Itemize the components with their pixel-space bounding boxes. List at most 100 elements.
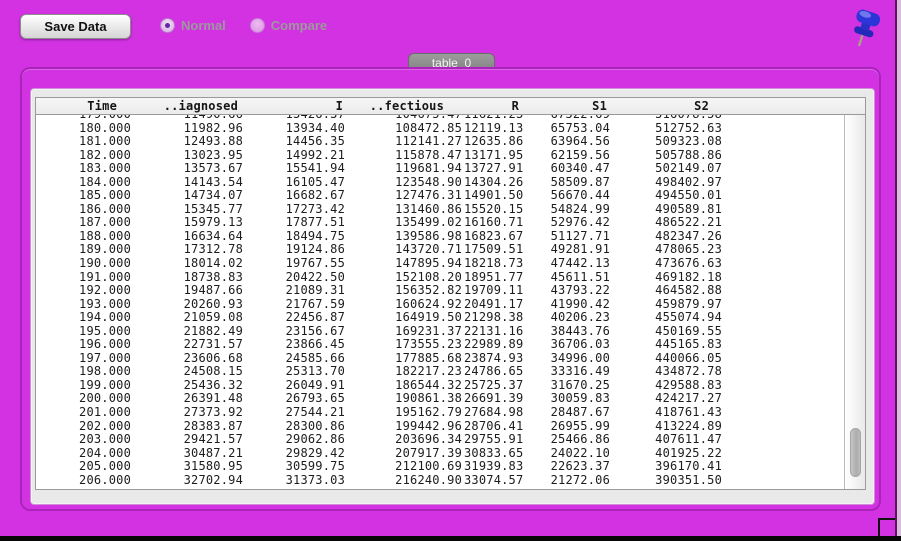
table-row[interactable]: 185.000 14734.07 16682.67 127476.31 14901.50… bbox=[36, 189, 865, 203]
value-cell: 173555.23 bbox=[395, 338, 462, 352]
table-row[interactable]: 182.000 13023.95 14992.21 115878.47 13171.95… bbox=[36, 149, 865, 163]
table-row[interactable]: 200.000 26391.48 26793.65 190861.38 26691.39… bbox=[36, 392, 865, 406]
value-cell: 413224.89 bbox=[655, 419, 722, 433]
column-header[interactable]: Time bbox=[36, 99, 133, 113]
value-cell: 15345.77 bbox=[183, 202, 243, 216]
table-row[interactable]: 188.000 16634.64 18494.75 139586.98 16823.67… bbox=[36, 230, 865, 244]
value-cell: 31670.25 bbox=[550, 378, 610, 392]
time-cell: 190.000 bbox=[79, 257, 131, 271]
table-row[interactable]: 197.000 23606.68 24585.66 177885.68 23874.93… bbox=[36, 352, 865, 366]
time-cell: 185.000 bbox=[79, 189, 131, 203]
table-row[interactable]: 181.000 12493.88 14456.35 112141.27 12635.86… bbox=[36, 135, 865, 149]
time-cell: 187.000 bbox=[79, 216, 131, 230]
value-cell: 45611.51 bbox=[550, 270, 610, 284]
value-cell: 24508.15 bbox=[183, 365, 243, 379]
column-header[interactable]: S2 bbox=[612, 99, 724, 113]
radio-normal-circle[interactable] bbox=[160, 18, 175, 33]
value-cell: 26049.91 bbox=[285, 378, 345, 392]
table-row[interactable]: 195.000 21882.49 23156.67 169231.37 22131.16… bbox=[36, 325, 865, 339]
value-cell: 434872.78 bbox=[655, 365, 722, 379]
value-cell: 445165.83 bbox=[655, 338, 722, 352]
table-row[interactable]: 203.000 29421.57 29062.86 203696.34 29755.91… bbox=[36, 433, 865, 447]
value-cell: 17877.51 bbox=[285, 216, 345, 230]
table-row[interactable]: 190.000 18014.02 19767.55 147895.94 18218.73… bbox=[36, 257, 865, 271]
value-cell: 23866.45 bbox=[285, 338, 345, 352]
vertical-scrollbar-thumb[interactable] bbox=[850, 428, 861, 477]
value-cell: 29829.42 bbox=[285, 446, 345, 460]
table-row[interactable]: 191.000 18738.83 20422.50 152108.20 18951.77… bbox=[36, 271, 865, 285]
table-row[interactable]: 189.000 17312.78 19124.86 143720.71 17509.51… bbox=[36, 243, 865, 257]
value-cell: 29755.91 bbox=[464, 433, 524, 447]
value-cell: 11621.23 bbox=[464, 114, 524, 121]
value-cell: 18738.83 bbox=[183, 270, 243, 284]
value-cell: 41990.42 bbox=[550, 297, 610, 311]
value-cell: 19124.86 bbox=[285, 243, 345, 257]
value-cell: 216240.90 bbox=[395, 473, 462, 487]
table-row[interactable]: 184.000 14143.54 16105.47 123548.90 14304.26… bbox=[36, 176, 865, 190]
table-row[interactable]: 198.000 24508.15 25313.70 182217.23 24786.65… bbox=[36, 365, 865, 379]
value-cell: 14901.50 bbox=[464, 189, 524, 203]
time-cell: 204.000 bbox=[79, 446, 131, 460]
value-cell: 14734.07 bbox=[183, 189, 243, 203]
column-header[interactable]: ..fectious bbox=[347, 99, 464, 113]
value-cell: 473676.63 bbox=[655, 257, 722, 271]
time-cell: 195.000 bbox=[79, 324, 131, 338]
table-row[interactable]: 192.000 19487.66 21089.31 156352.82 19709.11… bbox=[36, 284, 865, 298]
column-header[interactable]: S1 bbox=[525, 99, 612, 113]
radio-compare-circle[interactable] bbox=[249, 18, 265, 33]
column-header[interactable]: R bbox=[464, 99, 525, 113]
table-row[interactable]: 179.000 11490.66 13426.37 104675.47 11621.23… bbox=[36, 114, 865, 122]
value-cell: 16105.47 bbox=[285, 175, 345, 189]
table-row[interactable]: 202.000 28383.87 28300.86 199442.96 28706.41… bbox=[36, 420, 865, 434]
table-row[interactable]: 194.000 21059.08 22456.87 164919.50 21298.38… bbox=[36, 311, 865, 325]
table-row[interactable]: 206.000 32702.94 31373.03 216240.90 33074.57… bbox=[36, 474, 865, 488]
value-cell: 13023.95 bbox=[183, 148, 243, 162]
time-cell: 182.000 bbox=[79, 148, 131, 162]
value-cell: 207917.39 bbox=[395, 446, 462, 460]
table-row[interactable]: 199.000 25436.32 26049.91 186544.32 25725.37… bbox=[36, 379, 865, 393]
radio-compare[interactable]: Compare bbox=[249, 18, 327, 33]
value-cell: 32702.94 bbox=[183, 473, 243, 487]
value-cell: 20422.50 bbox=[285, 270, 345, 284]
vertical-scrollbar-track[interactable] bbox=[844, 115, 865, 489]
table-row[interactable]: 205.000 31580.95 30599.75 212100.69 31939.83… bbox=[36, 460, 865, 474]
value-cell: 396170.41 bbox=[655, 460, 722, 474]
value-cell: 429588.83 bbox=[655, 378, 722, 392]
table-row[interactable]: 187.000 15979.13 17877.51 135499.02 16160.71… bbox=[36, 216, 865, 230]
value-cell: 169231.37 bbox=[395, 324, 462, 338]
value-cell: 12635.86 bbox=[464, 135, 524, 149]
value-cell: 16682.67 bbox=[285, 189, 345, 203]
radio-normal-label[interactable]: Normal bbox=[181, 18, 226, 33]
value-cell: 401925.22 bbox=[655, 446, 722, 460]
column-header[interactable]: ..iagnosed bbox=[133, 99, 245, 113]
value-cell: 190861.38 bbox=[395, 392, 462, 406]
table-row[interactable]: 180.000 11982.96 13934.40 108472.85 12119.13… bbox=[36, 122, 865, 136]
value-cell: 139586.98 bbox=[395, 229, 462, 243]
value-cell: 12493.88 bbox=[183, 135, 243, 149]
value-cell: 509323.08 bbox=[655, 135, 722, 149]
column-header[interactable]: I bbox=[245, 99, 347, 113]
save-data-button[interactable]: Save Data bbox=[20, 14, 131, 39]
value-cell: 164919.50 bbox=[395, 311, 462, 325]
table-body: 179.000 11490.66 13426.37 104675.47 11621.23… bbox=[35, 114, 866, 490]
value-cell: 18951.77 bbox=[464, 270, 524, 284]
window-right-edge bbox=[897, 0, 901, 541]
radio-compare-label[interactable]: Compare bbox=[271, 18, 327, 33]
time-cell: 197.000 bbox=[79, 351, 131, 365]
radio-normal[interactable]: Normal bbox=[160, 18, 226, 33]
value-cell: 486522.21 bbox=[655, 216, 722, 230]
value-cell: 23874.93 bbox=[464, 351, 524, 365]
table-row[interactable]: 186.000 15345.77 17273.42 131460.86 15520.15… bbox=[36, 203, 865, 217]
value-cell: 13573.67 bbox=[183, 162, 243, 176]
value-cell: 65753.04 bbox=[550, 121, 610, 135]
table-row[interactable]: 201.000 27373.92 27544.21 195162.79 27684.98… bbox=[36, 406, 865, 420]
value-cell: 115878.47 bbox=[395, 148, 462, 162]
value-cell: 19709.11 bbox=[464, 284, 524, 298]
table-row[interactable]: 196.000 22731.57 23866.45 173555.23 22989.89… bbox=[36, 338, 865, 352]
value-cell: 21767.59 bbox=[285, 297, 345, 311]
table-row[interactable]: 183.000 13573.67 15541.94 119681.94 13727.91… bbox=[36, 162, 865, 176]
table-row[interactable]: 204.000 30487.21 29829.42 207917.39 30833.65… bbox=[36, 447, 865, 461]
table-row[interactable]: 193.000 20260.93 21767.59 160624.92 20491.17… bbox=[36, 298, 865, 312]
pushpin-icon[interactable] bbox=[846, 6, 884, 50]
value-cell: 203696.34 bbox=[395, 433, 462, 447]
